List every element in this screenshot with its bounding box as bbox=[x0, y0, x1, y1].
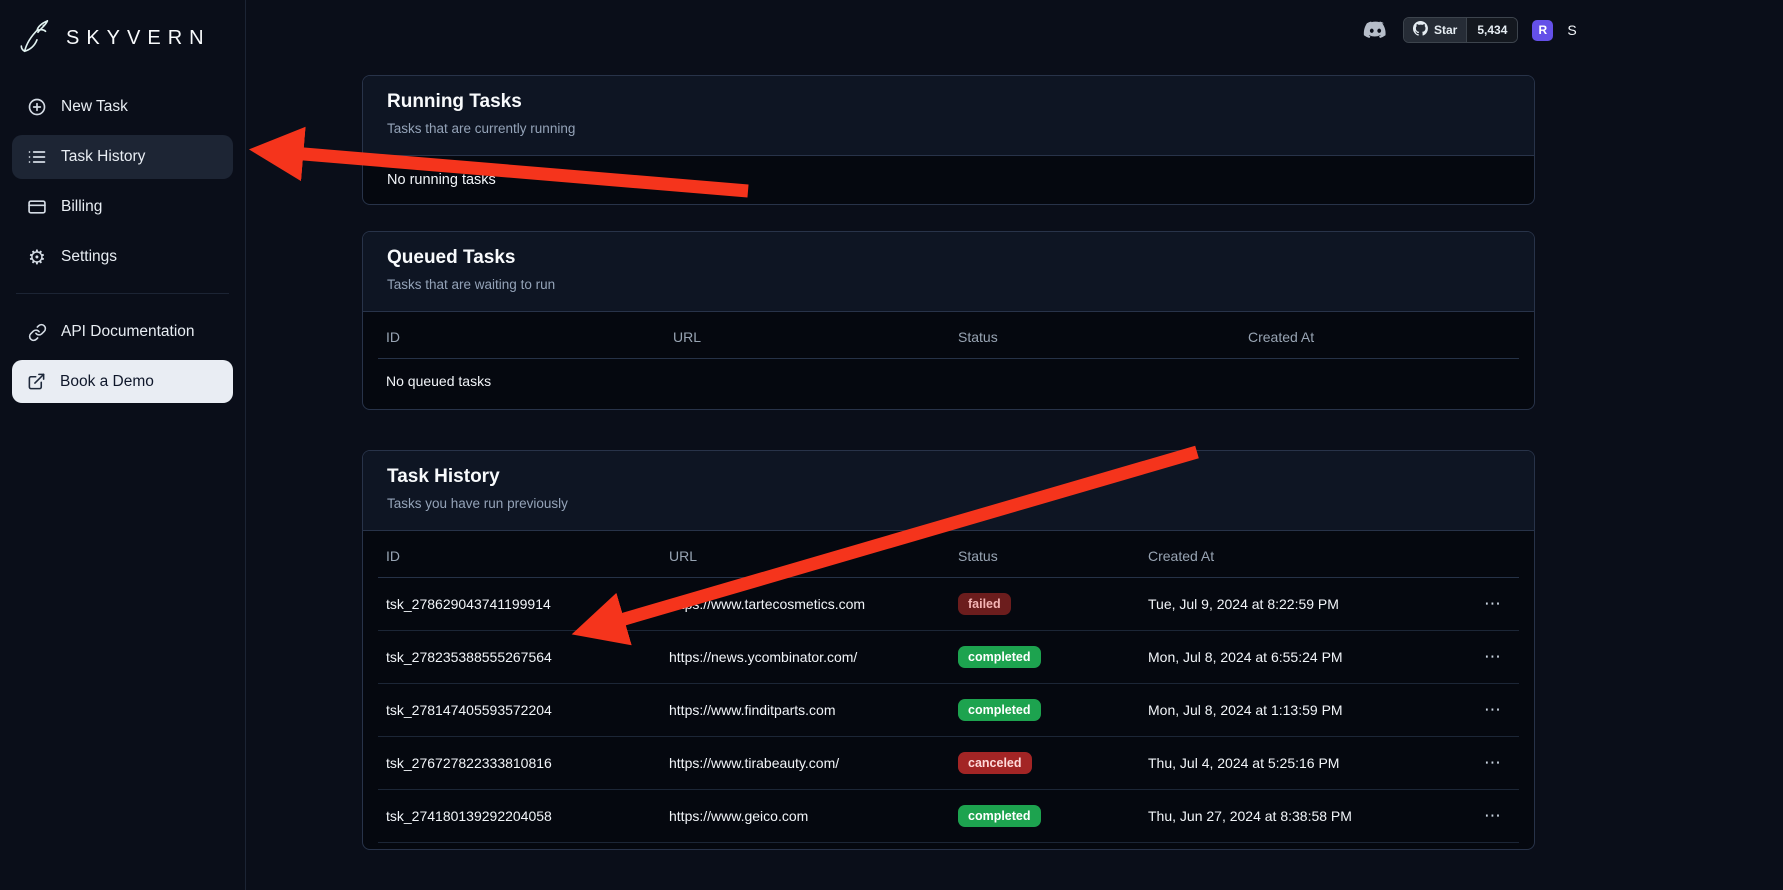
discord-icon[interactable] bbox=[1362, 17, 1389, 44]
task-created-at: Thu, Jul 4, 2024 at 5:25:16 PM bbox=[1140, 737, 1470, 790]
task-url: https://www.tartecosmetics.com bbox=[661, 578, 950, 631]
status-badge: completed bbox=[958, 646, 1041, 669]
sidebar-item-label: New Task bbox=[61, 98, 128, 116]
task-id: tsk_278629043741199914 bbox=[378, 578, 661, 631]
task-created-at: Tue, Jul 9, 2024 at 8:22:59 PM bbox=[1140, 578, 1470, 631]
user-name: S bbox=[1567, 22, 1576, 38]
running-tasks-subtitle: Tasks that are currently running bbox=[387, 121, 1510, 136]
task-id: tsk_276727822333810816 bbox=[378, 737, 661, 790]
queued-tasks-subtitle: Tasks that are waiting to run bbox=[387, 277, 1510, 292]
column-header-status: Status bbox=[950, 535, 1140, 578]
task-history-card: Task History Tasks you have run previous… bbox=[362, 450, 1535, 850]
column-header-created: Created At bbox=[1240, 316, 1519, 359]
task-url: https://www.geico.com bbox=[661, 790, 950, 843]
book-a-demo-button[interactable]: Book a Demo bbox=[12, 360, 233, 403]
queued-tasks-empty-state: No queued tasks bbox=[378, 359, 1519, 404]
task-history-table: ID URL Status Created At tsk_27862904374… bbox=[378, 535, 1519, 843]
sidebar-item-label: API Documentation bbox=[61, 323, 195, 341]
queued-tasks-header: Queued Tasks Tasks that are waiting to r… bbox=[363, 232, 1534, 312]
brand-name: SKYVERN bbox=[66, 27, 211, 50]
sidebar-item-api-documentation[interactable]: API Documentation bbox=[12, 310, 233, 354]
queued-tasks-empty-row: No queued tasks bbox=[378, 359, 1519, 404]
list-icon bbox=[27, 147, 47, 167]
task-id: tsk_278147405593572204 bbox=[378, 684, 661, 737]
column-header-id: ID bbox=[378, 316, 665, 359]
running-tasks-card: Running Tasks Tasks that are currently r… bbox=[362, 75, 1535, 205]
row-actions-button[interactable]: ⋯ bbox=[1478, 804, 1507, 828]
github-star-button[interactable]: Star 5,434 bbox=[1403, 17, 1518, 43]
task-history-title: Task History bbox=[387, 466, 1510, 488]
task-history-row[interactable]: tsk_278629043741199914 https://www.tarte… bbox=[378, 578, 1519, 631]
queued-tasks-table: ID URL Status Created At No queued tasks bbox=[378, 316, 1519, 403]
status-badge: completed bbox=[958, 699, 1041, 722]
status-badge: failed bbox=[958, 593, 1011, 616]
task-history-header: Task History Tasks you have run previous… bbox=[363, 451, 1534, 531]
status-badge: canceled bbox=[958, 752, 1032, 775]
brand-logo: SKYVERN bbox=[12, 14, 233, 85]
row-actions-button[interactable]: ⋯ bbox=[1478, 645, 1507, 669]
task-history-subtitle: Tasks you have run previously bbox=[387, 496, 1510, 511]
sidebar-item-label: Settings bbox=[61, 248, 117, 266]
column-header-url: URL bbox=[661, 535, 950, 578]
sidebar-item-billing[interactable]: Billing bbox=[12, 185, 233, 229]
sidebar-item-label: Billing bbox=[61, 198, 102, 216]
task-created-at: Thu, Jun 27, 2024 at 8:38:58 PM bbox=[1140, 790, 1470, 843]
task-url: https://www.tirabeauty.com/ bbox=[661, 737, 950, 790]
status-badge: completed bbox=[958, 805, 1041, 828]
credit-card-icon bbox=[27, 197, 47, 217]
book-a-demo-label: Book a Demo bbox=[60, 373, 154, 391]
task-created-at: Mon, Jul 8, 2024 at 6:55:24 PM bbox=[1140, 631, 1470, 684]
row-actions-button[interactable]: ⋯ bbox=[1478, 698, 1507, 722]
sidebar-divider bbox=[16, 293, 229, 294]
column-header-id: ID bbox=[378, 535, 661, 578]
task-id: tsk_274180139292204058 bbox=[378, 790, 661, 843]
skyvern-logo-icon bbox=[18, 18, 56, 59]
task-created-at: Mon, Jul 8, 2024 at 1:13:59 PM bbox=[1140, 684, 1470, 737]
task-history-row[interactable]: tsk_274180139292204058 https://www.geico… bbox=[378, 790, 1519, 843]
github-icon bbox=[1413, 21, 1428, 39]
external-link-icon bbox=[27, 372, 46, 391]
sidebar-item-task-history[interactable]: Task History bbox=[12, 135, 233, 179]
main-content: Running Tasks Tasks that are currently r… bbox=[362, 75, 1535, 850]
running-tasks-empty-state: No running tasks bbox=[363, 156, 1534, 204]
topbar: Star 5,434 R S bbox=[1362, 16, 1577, 44]
column-header-url: URL bbox=[665, 316, 950, 359]
running-tasks-header: Running Tasks Tasks that are currently r… bbox=[363, 76, 1534, 156]
task-history-row[interactable]: tsk_276727822333810816 https://www.tirab… bbox=[378, 737, 1519, 790]
gear-icon: ⚙ bbox=[27, 247, 47, 267]
sidebar: SKYVERN New Task Task History Billing ⚙ … bbox=[0, 0, 246, 890]
running-tasks-title: Running Tasks bbox=[387, 91, 1510, 113]
queued-tasks-card: Queued Tasks Tasks that are waiting to r… bbox=[362, 231, 1535, 410]
column-header-actions bbox=[1470, 535, 1519, 578]
column-header-status: Status bbox=[950, 316, 1240, 359]
row-actions-button[interactable]: ⋯ bbox=[1478, 592, 1507, 616]
sidebar-item-label: Task History bbox=[61, 148, 145, 166]
avatar[interactable]: R bbox=[1532, 20, 1553, 41]
github-star-label: Star bbox=[1434, 23, 1457, 37]
task-history-row[interactable]: tsk_278147405593572204 https://www.findi… bbox=[378, 684, 1519, 737]
link-icon bbox=[27, 322, 47, 342]
sidebar-item-new-task[interactable]: New Task bbox=[12, 85, 233, 129]
task-id: tsk_278235388555267564 bbox=[378, 631, 661, 684]
github-star-count: 5,434 bbox=[1466, 18, 1517, 42]
task-url: https://www.finditparts.com bbox=[661, 684, 950, 737]
column-header-created: Created At bbox=[1140, 535, 1470, 578]
sidebar-item-settings[interactable]: ⚙ Settings bbox=[12, 235, 233, 279]
plus-circle-icon bbox=[27, 97, 47, 117]
task-url: https://news.ycombinator.com/ bbox=[661, 631, 950, 684]
task-history-row[interactable]: tsk_278235388555267564 https://news.ycom… bbox=[378, 631, 1519, 684]
queued-tasks-title: Queued Tasks bbox=[387, 247, 1510, 269]
row-actions-button[interactable]: ⋯ bbox=[1478, 751, 1507, 775]
